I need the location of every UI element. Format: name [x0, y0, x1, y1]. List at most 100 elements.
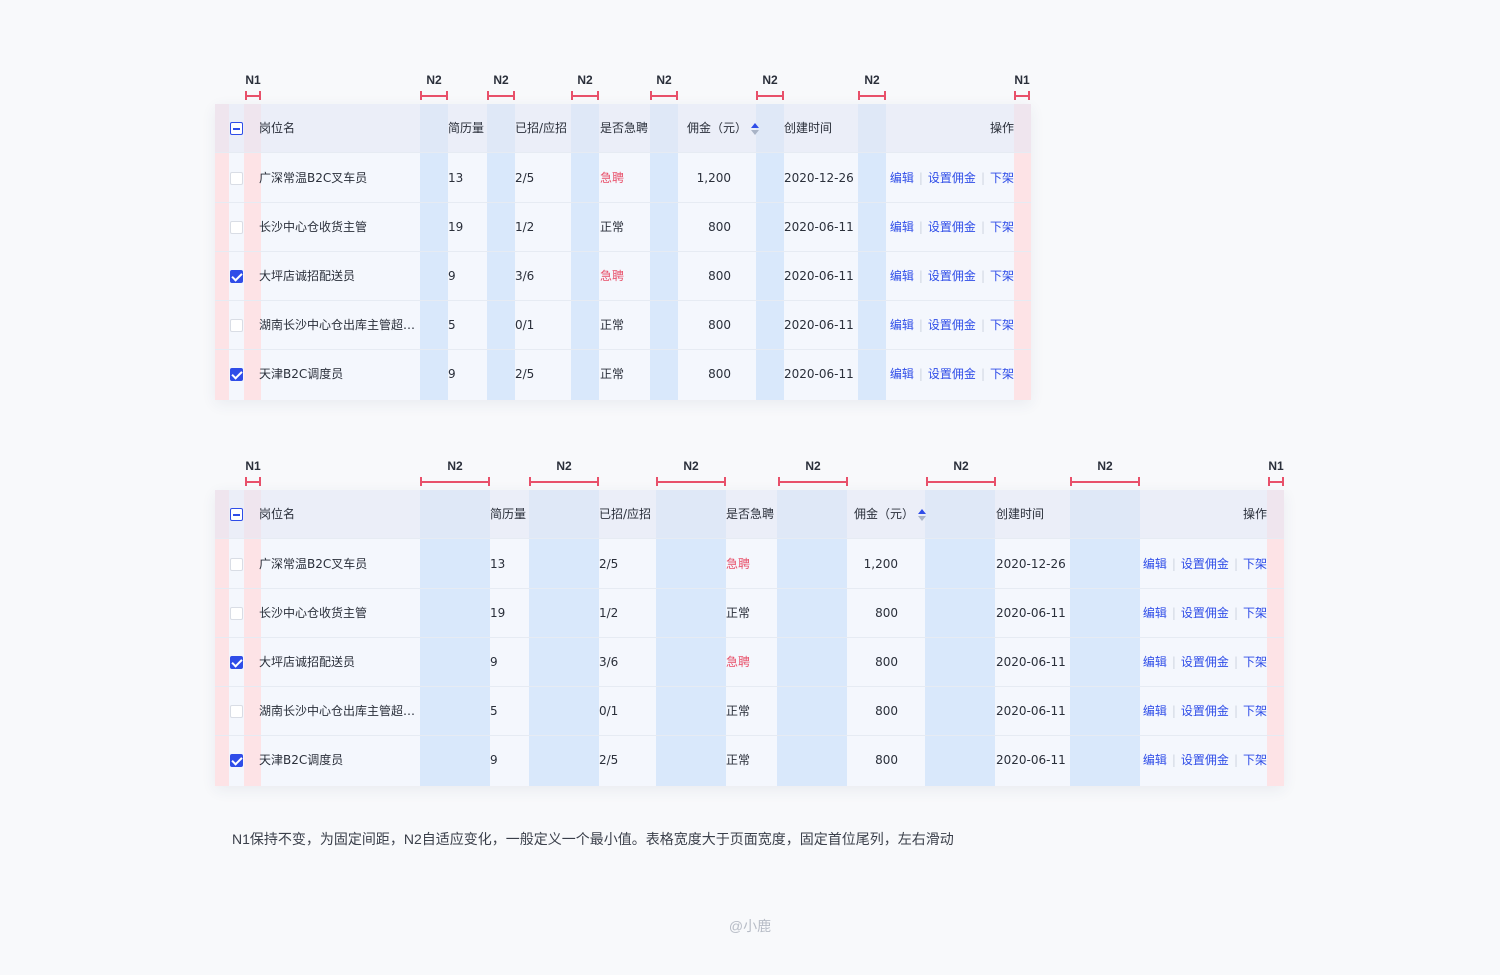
spacing-marker-label: N2 [864, 73, 880, 87]
spacing-marker-line [756, 91, 784, 100]
spacing-marker-label: N2 [1097, 459, 1113, 473]
edit-link[interactable]: 编辑 [1143, 655, 1167, 669]
spacing-marker-label: N2 [447, 459, 463, 473]
created-date: 2020-06-11 [996, 753, 1066, 767]
unpublish-link[interactable]: 下架 [990, 269, 1014, 283]
set-commission-link[interactable]: 设置佣金 [1181, 704, 1229, 718]
commission-value: 800 [875, 753, 898, 767]
action-separator: | [918, 220, 923, 234]
action-separator: | [980, 367, 985, 381]
spacing-marker-label: N2 [426, 73, 442, 87]
edit-link[interactable]: 编辑 [890, 220, 914, 234]
spacing-marker-label: N2 [805, 459, 821, 473]
table-figure-wide: N1 N2 N2 N2 N2 N2 N2 N1 岗位名 简历量 已招/应招 是否急聘 佣金（元） 创建时… [0, 452, 1500, 792]
spacing-marker-line [245, 477, 261, 486]
column-header-commission-label: 佣金（元） [853, 507, 914, 521]
sort-icon[interactable] [751, 122, 759, 135]
action-separator: | [1233, 606, 1238, 620]
table-row: 湖南长沙中心仓出库主管超… 5 0/1 正常 800 2020-06-11 编辑 | 设置佣金 |… [215, 687, 1284, 736]
edit-link[interactable]: 编辑 [1143, 606, 1167, 620]
sort-icon[interactable] [918, 508, 926, 521]
action-separator: | [1233, 704, 1238, 718]
spacing-marker-line [1070, 477, 1140, 486]
unpublish-link[interactable]: 下架 [1243, 557, 1267, 571]
unpublish-link[interactable]: 下架 [1243, 704, 1267, 718]
unpublish-link[interactable]: 下架 [990, 220, 1014, 234]
spacing-marker-label: N1 [245, 73, 261, 87]
set-commission-link[interactable]: 设置佣金 [928, 269, 976, 283]
created-date: 2020-06-11 [996, 606, 1066, 620]
spacing-marker-line [926, 477, 996, 486]
created-date: 2020-12-26 [784, 171, 854, 185]
unpublish-link[interactable]: 下架 [1243, 753, 1267, 767]
spacing-marker-row: N1 N2 N2 N2 N2 N2 N2 N1 [0, 66, 1500, 102]
unpublish-link[interactable]: 下架 [1243, 606, 1267, 620]
row-actions: 编辑 | 设置佣金 | 下架 [1143, 540, 1267, 589]
spacing-marker-line [487, 91, 515, 100]
spacing-marker-label: N2 [656, 73, 672, 87]
table-row: 广深常温B2C叉车员 13 2/5 急聘 1,200 2020-12-26 编辑 | 设置佣金 |… [215, 540, 1284, 589]
job-table: 岗位名 简历量 已招/应招 是否急聘 佣金（元） 创建时间 操作 广深常温B2C叉车员 13 2/… [215, 104, 1031, 400]
created-date: 2020-06-11 [784, 220, 854, 234]
column-header-created: 创建时间 [996, 507, 1045, 521]
set-commission-link[interactable]: 设置佣金 [1181, 753, 1229, 767]
table-row: 长沙中心仓收货主管 19 1/2 正常 800 2020-06-11 编辑 | 设置佣金 | 下架 [215, 203, 1031, 252]
action-separator: | [1233, 753, 1238, 767]
table-row: 长沙中心仓收货主管 19 1/2 正常 800 2020-06-11 编辑 | 设置佣金 | 下架 [215, 589, 1284, 638]
edit-link[interactable]: 编辑 [1143, 557, 1167, 571]
set-commission-link[interactable]: 设置佣金 [1181, 557, 1229, 571]
caption-text: N1保持不变，为固定间距，N2自适应变化，一般定义一个最小值。表格宽度大于页面宽… [232, 831, 954, 847]
unpublish-link[interactable]: 下架 [990, 367, 1014, 381]
spacing-marker-label: N1 [245, 459, 261, 473]
edit-link[interactable]: 编辑 [890, 269, 914, 283]
action-separator: | [1171, 606, 1176, 620]
commission-value: 800 [875, 606, 898, 620]
action-separator: | [980, 171, 985, 185]
unpublish-link[interactable]: 下架 [990, 171, 1014, 185]
column-header-created: 创建时间 [784, 121, 833, 135]
spacing-marker-line [245, 91, 261, 100]
spacing-marker-line [420, 477, 490, 486]
edit-link[interactable]: 编辑 [1143, 753, 1167, 767]
spacing-marker-line [529, 477, 599, 486]
created-date: 2020-06-11 [784, 269, 854, 283]
table-row: 天津B2C调度员 9 2/5 正常 800 2020-06-11 编辑 | 设置佣金 | 下架 [215, 736, 1284, 785]
column-header-commission[interactable]: 佣金（元） [215, 490, 926, 539]
created-date: 2020-06-11 [996, 704, 1066, 718]
row-actions: 编辑 | 设置佣金 | 下架 [890, 203, 1014, 252]
row-actions: 编辑 | 设置佣金 | 下架 [1143, 736, 1267, 785]
created-date: 2020-06-11 [784, 367, 854, 381]
spacing-marker-row: N1 N2 N2 N2 N2 N2 N2 N1 [0, 452, 1500, 488]
action-separator: | [980, 318, 985, 332]
created-date: 2020-06-11 [784, 318, 854, 332]
set-commission-link[interactable]: 设置佣金 [928, 171, 976, 185]
column-header-actions: 操作 [989, 121, 1014, 135]
edit-link[interactable]: 编辑 [1143, 704, 1167, 718]
set-commission-link[interactable]: 设置佣金 [928, 318, 976, 332]
table-row: 广深常温B2C叉车员 13 2/5 急聘 1,200 2020-12-26 编辑 | 设置佣金 |… [215, 154, 1031, 203]
set-commission-link[interactable]: 设置佣金 [1181, 655, 1229, 669]
commission-value: 1,200 [696, 171, 731, 185]
edit-link[interactable]: 编辑 [890, 367, 914, 381]
set-commission-link[interactable]: 设置佣金 [1181, 606, 1229, 620]
action-separator: | [1171, 557, 1176, 571]
set-commission-link[interactable]: 设置佣金 [928, 367, 976, 381]
set-commission-link[interactable]: 设置佣金 [928, 220, 976, 234]
commission-value: 800 [708, 269, 731, 283]
edit-link[interactable]: 编辑 [890, 318, 914, 332]
spacing-marker-line [650, 91, 678, 100]
table-header-row: 岗位名 简历量 已招/应招 是否急聘 佣金（元） 创建时间 操作 [215, 104, 1031, 153]
action-separator: | [1233, 655, 1238, 669]
column-header-commission[interactable]: 佣金（元） [215, 104, 759, 153]
action-separator: | [980, 220, 985, 234]
row-actions: 编辑 | 设置佣金 | 下架 [1143, 638, 1267, 687]
created-date: 2020-06-11 [996, 655, 1066, 669]
action-separator: | [1171, 753, 1176, 767]
table-row: 天津B2C调度员 9 2/5 正常 800 2020-06-11 编辑 | 设置佣金 | 下架 [215, 350, 1031, 399]
spacing-marker-line [420, 91, 448, 100]
edit-link[interactable]: 编辑 [890, 171, 914, 185]
unpublish-link[interactable]: 下架 [1243, 655, 1267, 669]
unpublish-link[interactable]: 下架 [990, 318, 1014, 332]
action-separator: | [918, 318, 923, 332]
action-separator: | [918, 269, 923, 283]
